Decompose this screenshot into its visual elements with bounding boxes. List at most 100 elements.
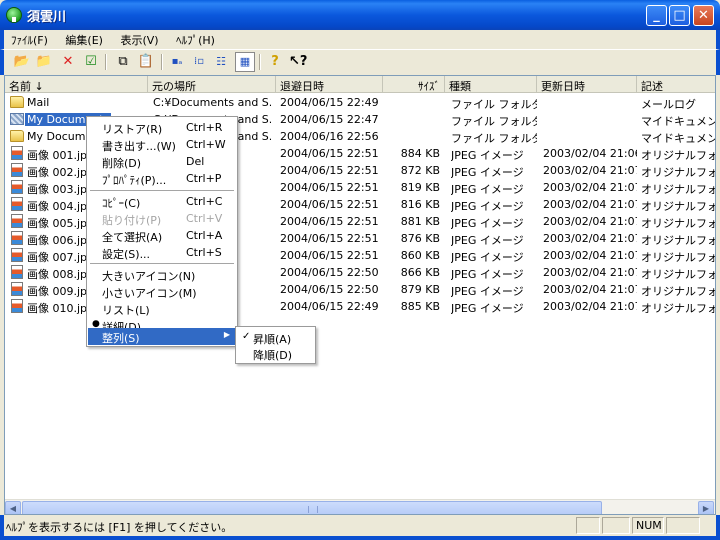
menu-item-copy[interactable]: ｺﾋﾟｰ(C) Ctrl+C — [88, 193, 236, 210]
maximize-icon: □ — [673, 8, 686, 23]
menu-item-properties[interactable]: ﾌﾟﾛﾊﾟﾃｨ(P)... Ctrl+P — [88, 170, 236, 187]
menu-item-list[interactable]: リスト(L) — [88, 300, 236, 317]
row-date: 2004/06/15 22:50 — [280, 266, 379, 279]
status-num: NUM — [632, 517, 664, 534]
list-view-icon[interactable]: ☷ — [212, 53, 230, 71]
row-date: 2004/06/15 22:51 — [280, 164, 379, 177]
maximize-button[interactable]: □ — [669, 5, 690, 26]
row-modified: 2003/02/04 21:07 — [543, 198, 637, 211]
column-header-type[interactable]: 種類 — [445, 76, 537, 93]
menu-item-select-all[interactable]: 全て選択(A) Ctrl+A — [88, 227, 236, 244]
row-name[interactable]: 画像 002.jpg — [27, 164, 94, 180]
row-type: JPEG イメージ — [451, 217, 524, 230]
row-name[interactable]: 画像 010.jpg — [27, 300, 94, 316]
menu-item-export[interactable]: 書き出す...(W) Ctrl+W — [88, 136, 236, 153]
small-icons-view-icon[interactable]: ⁞▫ — [190, 53, 208, 71]
row-name[interactable]: Mail — [27, 96, 49, 109]
minimize-button[interactable]: _ — [646, 5, 667, 26]
copy-icon[interactable]: ⧉ — [114, 53, 132, 71]
row-modified: 2003/02/04 21:07 — [543, 232, 637, 245]
row-name[interactable]: 画像 003.jpg — [27, 181, 94, 197]
menu-item-large-icons[interactable]: 大きいアイコン(N) — [88, 266, 236, 283]
delete-icon[interactable]: ✕ — [59, 53, 77, 71]
row-desc: オリジナルフォト — [641, 285, 715, 298]
menu-help[interactable]: ﾍﾙﾌﾟ(H) — [169, 30, 222, 50]
status-pane-2 — [602, 517, 630, 534]
menu-item-restore[interactable]: リストア(R) Ctrl+R — [88, 119, 236, 136]
menu-separator — [90, 190, 234, 191]
scroll-thumb[interactable] — [22, 501, 602, 514]
row-name[interactable]: 画像 007.jpg — [27, 249, 94, 265]
row-desc: メールログ — [641, 98, 696, 111]
row-modified: 2003/02/04 21:07 — [543, 300, 637, 313]
list-header: 名前 ↓ 元の場所 退避日時 ｻｲｽﾞ 種類 更新日時 記述 — [5, 76, 715, 93]
row-desc: オリジナルフォト — [641, 166, 715, 179]
column-header-location[interactable]: 元の場所 — [148, 76, 276, 93]
row-size: 884 KB — [400, 147, 440, 160]
row-desc: マイドキュメント — [641, 115, 715, 128]
row-type: ファイル フォルダ — [451, 132, 537, 145]
column-header-date[interactable]: 退避日時 — [276, 76, 383, 93]
close-icon: ✕ — [698, 8, 709, 23]
status-text: ﾍﾙﾌﾟを表示するには [F1] を押してください。 — [6, 521, 233, 534]
row-name[interactable]: 画像 005.jpg — [27, 215, 94, 231]
row-name[interactable]: 画像 004.jpg — [27, 198, 94, 214]
check-mark-icon: ✓ — [242, 331, 251, 342]
close-button[interactable]: ✕ — [693, 5, 714, 26]
table-row[interactable]: Mail C:¥Documents and S... 2004/06/15 22:4… — [5, 94, 715, 111]
row-desc: オリジナルフォト — [641, 268, 715, 281]
row-date: 2004/06/15 22:51 — [280, 198, 379, 211]
row-desc: オリジナルフォト — [641, 251, 715, 264]
export-folder-icon[interactable]: 📁 — [35, 53, 53, 71]
status-pane-4 — [666, 517, 700, 534]
row-desc: オリジナルフォト — [641, 302, 715, 315]
row-name[interactable]: 画像 009.jpg — [27, 283, 94, 299]
scroll-right-button[interactable]: ▶ — [698, 501, 714, 514]
menu-item-settings[interactable]: 設定(S)... Ctrl+S — [88, 244, 236, 261]
row-location: C:¥Documents and S... — [153, 96, 271, 109]
row-name[interactable]: 画像 006.jpg — [27, 232, 94, 248]
menu-item-ascending[interactable]: ✓ 昇順(A) — [237, 329, 314, 346]
row-size: 881 KB — [400, 215, 440, 228]
menu-item-descending[interactable]: 降順(D) — [237, 345, 314, 362]
menu-item-small-icons[interactable]: 小さいアイコン(M) — [88, 283, 236, 300]
window-title: 須雲川 — [27, 10, 67, 25]
jpeg-icon — [11, 265, 23, 279]
row-name[interactable]: 画像 001.jpg — [27, 147, 94, 163]
menu-edit[interactable]: 編集(E) — [58, 30, 110, 50]
title-bar[interactable]: 須雲川 _ □ ✕ — [0, 0, 720, 30]
horizontal-scrollbar[interactable]: ◀ ▶ — [5, 499, 715, 514]
menu-item-sort[interactable]: 整列(S) ▶ — [88, 328, 236, 345]
row-size: 819 KB — [400, 181, 440, 194]
row-size: 885 KB — [400, 300, 440, 313]
open-folder-icon[interactable]: 📂 — [13, 53, 31, 71]
row-date: 2004/06/15 22:50 — [280, 283, 379, 296]
column-header-size[interactable]: ｻｲｽﾞ — [383, 76, 445, 93]
column-header-description[interactable]: 記述 — [637, 76, 715, 93]
check-icon[interactable]: ☑ — [82, 53, 100, 71]
row-modified: 2003/02/04 21:07 — [543, 249, 637, 262]
mydocuments-icon — [10, 113, 24, 125]
jpeg-icon — [11, 180, 23, 194]
menu-separator — [90, 263, 234, 264]
column-header-modified[interactable]: 更新日時 — [537, 76, 637, 93]
row-name[interactable]: 画像 008.jpg — [27, 266, 94, 282]
column-header-name[interactable]: 名前 ↓ — [5, 76, 148, 93]
context-help-icon[interactable]: ↖? — [289, 53, 307, 71]
menu-file[interactable]: ﾌｧｲﾙ(F) — [4, 30, 55, 50]
details-view-icon[interactable]: ▦ — [235, 52, 255, 72]
row-modified: 2003/02/04 21:07 — [543, 283, 637, 296]
large-icons-view-icon[interactable]: ▪ₐ — [168, 53, 186, 71]
folder-icon — [10, 96, 24, 108]
jpeg-icon — [11, 163, 23, 177]
menu-view[interactable]: 表示(V) — [113, 30, 165, 50]
help-icon[interactable]: ? — [266, 53, 284, 71]
menu-item-delete[interactable]: 削除(D) Del — [88, 153, 236, 170]
jpeg-icon — [11, 248, 23, 262]
context-menu: リストア(R) Ctrl+R 書き出す...(W) Ctrl+W 削除(D) Del … — [86, 116, 238, 347]
row-desc: オリジナルフォト — [641, 217, 715, 230]
paste-icon[interactable]: 📋 — [137, 53, 155, 71]
row-modified: 2003/02/04 21:07 — [543, 164, 637, 177]
scroll-left-button[interactable]: ◀ — [5, 501, 21, 514]
toolbar-separator — [259, 54, 261, 70]
